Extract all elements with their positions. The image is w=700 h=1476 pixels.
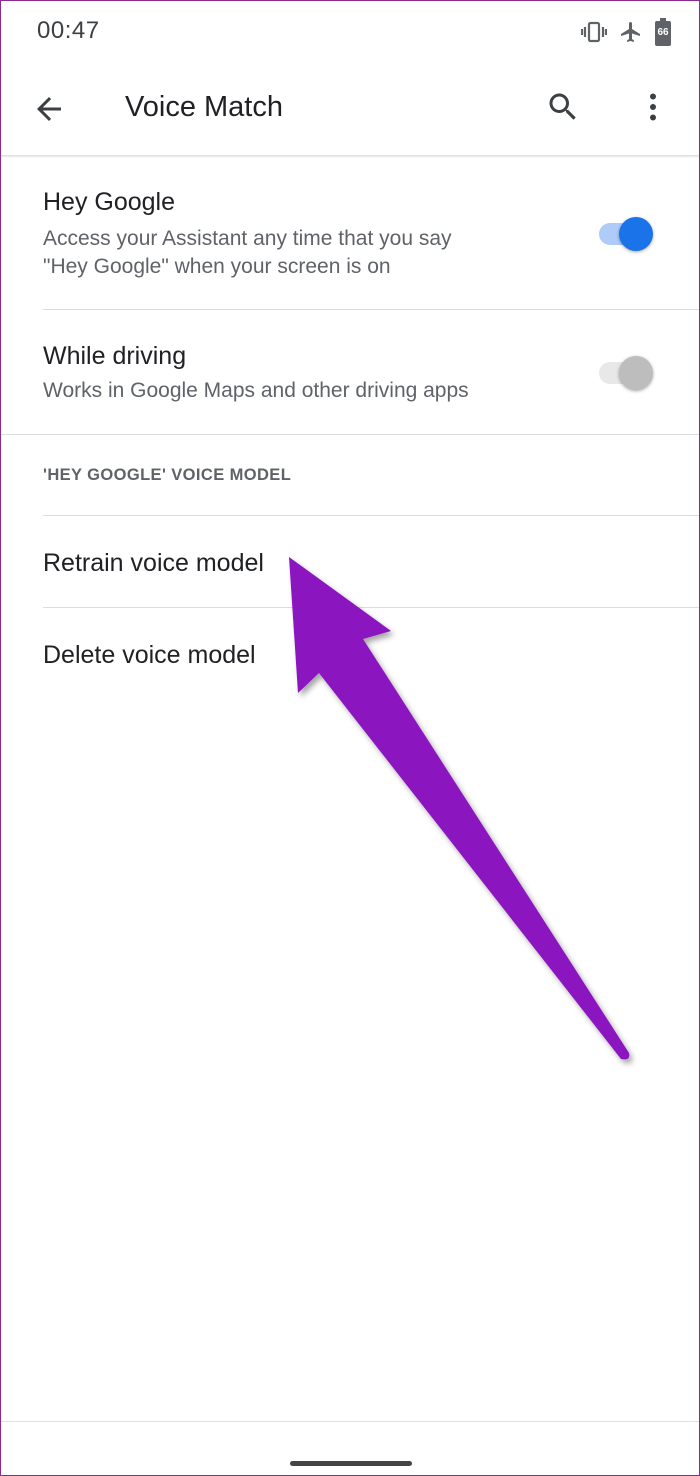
battery-level-text: 66 xyxy=(657,27,669,38)
toggle-thumb xyxy=(619,217,653,251)
screen-frame: 00:47 66 Voice Match Hey Google Access y… xyxy=(0,0,700,1476)
vibrate-icon xyxy=(581,20,607,44)
status-bar: 00:47 66 xyxy=(1,1,699,63)
divider xyxy=(1,434,699,435)
setting-title: While driving xyxy=(43,342,187,370)
toggle-thumb xyxy=(619,356,653,390)
airplane-mode-icon xyxy=(619,19,643,45)
search-icon[interactable] xyxy=(545,89,581,125)
list-item-label: Retrain voice model xyxy=(43,549,264,577)
delete-voice-model-item[interactable]: Delete voice model xyxy=(1,608,699,700)
navigation-bar xyxy=(1,1421,699,1475)
list-item-label: Delete voice model xyxy=(43,641,256,669)
more-vert-icon[interactable] xyxy=(635,89,671,125)
status-icons: 66 xyxy=(581,16,671,48)
back-arrow-icon[interactable] xyxy=(31,91,67,127)
section-header: 'HEY GOOGLE' VOICE MODEL xyxy=(43,466,292,484)
while-driving-setting[interactable]: While driving Works in Google Maps and o… xyxy=(1,310,699,434)
status-time: 00:47 xyxy=(37,17,100,44)
battery-icon: 66 xyxy=(655,18,671,46)
hey-google-toggle[interactable] xyxy=(599,213,655,253)
hey-google-setting[interactable]: Hey Google Access your Assistant any tim… xyxy=(1,158,699,309)
setting-title: Hey Google xyxy=(43,188,176,216)
while-driving-toggle[interactable] xyxy=(599,352,655,392)
setting-subtitle: "Hey Google" when your screen is on xyxy=(43,255,391,278)
retrain-voice-model-item[interactable]: Retrain voice model xyxy=(1,516,699,607)
setting-subtitle: Works in Google Maps and other driving a… xyxy=(43,379,469,402)
setting-subtitle: Access your Assistant any time that you … xyxy=(43,227,452,250)
gesture-handle[interactable] xyxy=(290,1461,412,1466)
divider xyxy=(1,1421,699,1422)
page-title: Voice Match xyxy=(125,91,283,123)
app-bar: Voice Match xyxy=(1,63,699,155)
